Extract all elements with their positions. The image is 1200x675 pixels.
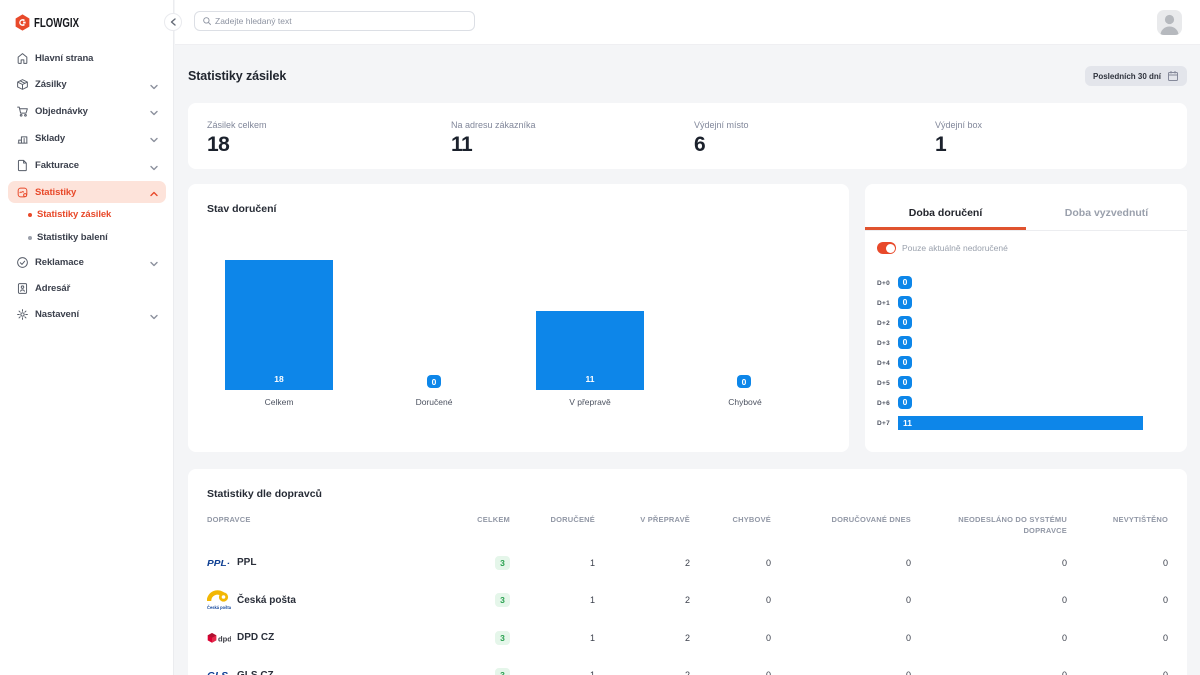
svg-text:PPL·: PPL· — [207, 559, 230, 567]
svg-text:Česká pošta: Česká pošta — [207, 604, 231, 610]
svg-text:dpd: dpd — [218, 634, 231, 642]
svg-text:GLS: GLS — [207, 671, 228, 675]
svg-text:FLOWGIX: FLOWGIX — [34, 17, 80, 29]
